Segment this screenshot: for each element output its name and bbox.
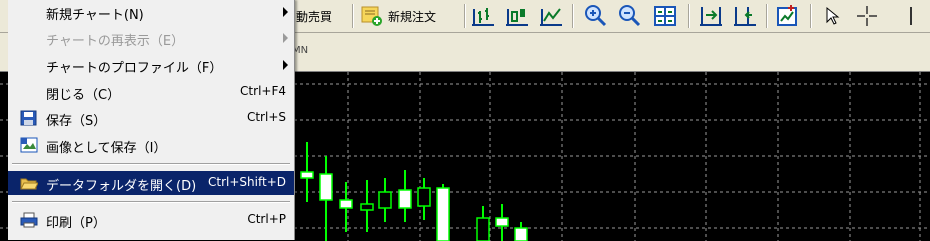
folder-open-icon xyxy=(20,178,38,190)
image-save-icon xyxy=(20,137,38,153)
candlestick-icon xyxy=(506,9,528,26)
toolbar-separator xyxy=(464,4,466,28)
toolbar-separator xyxy=(688,4,690,28)
chart-shift-icon xyxy=(734,7,756,26)
vertical-line-icon xyxy=(910,7,912,25)
candle-body xyxy=(514,227,528,241)
toolbar-separator xyxy=(572,4,574,28)
vertical-line-tool-button[interactable] xyxy=(898,3,924,29)
toolbar-separator xyxy=(766,4,768,28)
submenu-arrow-icon xyxy=(283,7,288,17)
crosshair-tool-button[interactable] xyxy=(854,3,880,29)
submenu-arrow-icon xyxy=(283,33,288,43)
menu-item-label: チャートのプロファイル（F） xyxy=(46,61,223,76)
indicators-button[interactable] xyxy=(774,3,800,29)
new-order-icon xyxy=(361,6,382,26)
submenu-arrow-icon xyxy=(283,60,288,70)
candle-body xyxy=(378,191,392,209)
cursor-icon xyxy=(826,6,840,25)
menu-item-label: 画像として保存（I） xyxy=(46,141,167,156)
menu-item-shortcut: Ctrl+P xyxy=(247,212,286,226)
menu-item-label: 保存（S） xyxy=(46,114,107,129)
floppy-disk-icon xyxy=(20,110,37,126)
menu-item-shortcut: Ctrl+F4 xyxy=(240,84,286,98)
candle-body xyxy=(300,171,314,179)
printer-icon xyxy=(20,212,38,228)
menu-item-print[interactable]: 印刷（P） Ctrl+P xyxy=(8,208,294,232)
menu-item-label: チャートの再表示（E） xyxy=(46,34,185,49)
line-chart-icon xyxy=(540,8,562,26)
menu-item-chart-profile[interactable]: チャートのプロファイル（F） xyxy=(8,53,294,77)
candle-body xyxy=(360,203,374,211)
tile-windows-icon xyxy=(654,6,676,26)
bar-chart-icon xyxy=(472,8,494,26)
candle-body xyxy=(398,189,412,209)
menu-item-shortcut: Ctrl+Shift+D xyxy=(208,175,286,189)
new-order-button[interactable]: 新規注文 xyxy=(358,3,462,29)
menu-separator xyxy=(12,201,290,203)
candlestick-chart-button[interactable] xyxy=(504,3,530,29)
candle-body xyxy=(417,187,431,207)
menu-item-label: 新規チャート(N) xyxy=(46,8,144,23)
auto-scroll-button[interactable] xyxy=(698,3,724,29)
candle-body xyxy=(495,217,509,227)
menu-item-shortcut: Ctrl+S xyxy=(246,110,286,124)
menu-item-open-data-folder[interactable]: データフォルダを開く(D) Ctrl+Shift+D xyxy=(8,171,294,195)
tile-windows-button[interactable] xyxy=(652,3,678,29)
auto-scroll-icon xyxy=(700,7,722,26)
zoom-out-button[interactable] xyxy=(616,3,642,29)
crosshair-icon xyxy=(857,6,877,26)
menu-item-new-chart[interactable]: 新規チャート(N) xyxy=(8,0,294,24)
line-chart-button[interactable] xyxy=(538,3,564,29)
menu-item-save[interactable]: 保存（S） Ctrl+S xyxy=(8,106,294,130)
toolbar-separator xyxy=(352,4,354,28)
bar-chart-button[interactable] xyxy=(470,3,496,29)
autotrade-label: 動売買 xyxy=(296,10,333,24)
menu-item-label: データフォルダを開く(D) xyxy=(46,179,197,194)
menu-item-close[interactable]: 閉じる（C） Ctrl+F4 xyxy=(8,80,294,104)
toolbar-separator xyxy=(810,4,812,28)
candle-body xyxy=(476,217,490,241)
new-order-label: 新規注文 xyxy=(388,10,437,24)
zoom-out-icon xyxy=(619,5,641,27)
cursor-tool-button[interactable] xyxy=(818,3,844,29)
candle-body xyxy=(436,187,450,241)
indicators-icon xyxy=(777,5,797,26)
menu-item-save-as-image[interactable]: 画像として保存（I） xyxy=(8,133,294,157)
menu-item-reopen-chart: チャートの再表示（E） xyxy=(8,26,294,50)
file-menu: 新規チャート(N) チャートの再表示（E） チャートのプロファイル（F） 閉じる… xyxy=(8,0,295,240)
zoom-in-icon xyxy=(585,5,607,27)
menu-separator xyxy=(12,163,290,165)
chart-shift-button[interactable] xyxy=(732,3,758,29)
candle-body xyxy=(319,173,333,201)
menu-item-label: 閉じる（C） xyxy=(46,88,121,103)
menu-item-label: 印刷（P） xyxy=(46,216,106,231)
zoom-in-button[interactable] xyxy=(582,3,608,29)
candle-body xyxy=(339,199,353,209)
